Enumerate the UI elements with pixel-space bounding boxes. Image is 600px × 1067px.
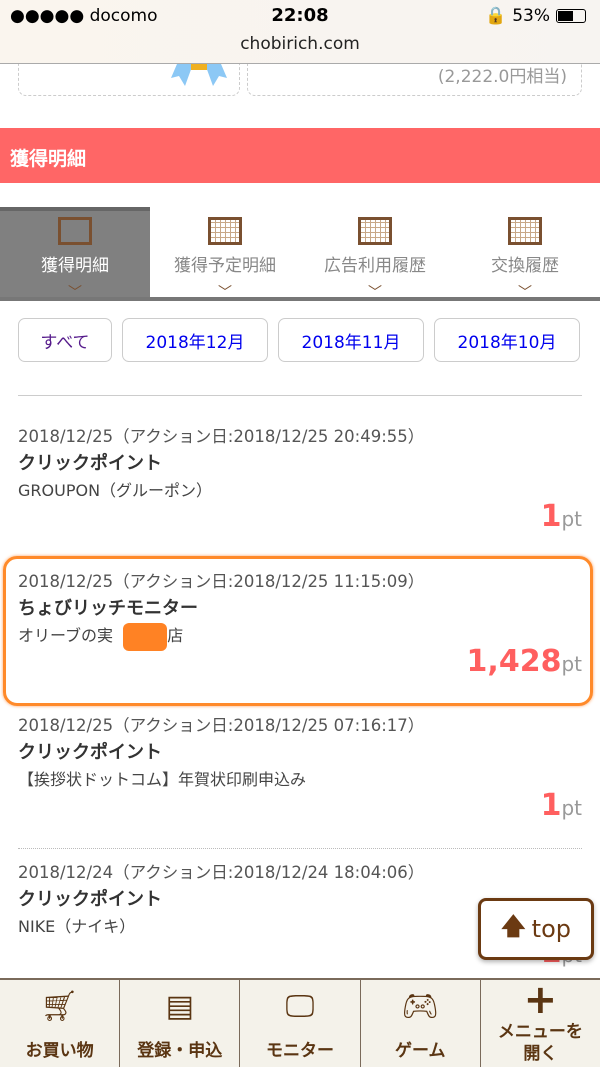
nav-label: メニューを開く — [497, 1022, 583, 1064]
item-title: クリックポイント — [18, 889, 162, 910]
list-item: 2018/12/25（アクション日:2018/12/25 20:49:55） ク… — [18, 423, 582, 543]
plus-icon: + — [523, 977, 558, 1023]
battery-icon — [556, 9, 586, 23]
monitor-icon: 🖵 — [285, 989, 315, 1024]
calendar-icon — [208, 217, 242, 245]
calendar-icon — [358, 217, 392, 245]
chevron-down-icon: ﹀ — [368, 285, 382, 301]
divider — [18, 395, 582, 396]
calendar-icon — [508, 217, 542, 245]
item-date: 2018/12/24（アクション日:2018/12/24 18:04:06） — [18, 863, 425, 882]
nav-label: ゲーム — [394, 1041, 446, 1061]
check-doc-icon — [58, 217, 92, 245]
tab-earned[interactable]: 獲得明細 ﹀ — [0, 207, 150, 301]
filter-all[interactable]: すべて — [18, 318, 112, 362]
redaction — [123, 622, 168, 651]
item-points: 1,428pt — [466, 644, 582, 679]
item-title: ちょびリッチモニター — [18, 598, 198, 619]
tab-ad-history[interactable]: 広告利用履歴 ﹀ — [300, 207, 450, 301]
item-title: クリックポイント — [18, 742, 162, 763]
nav-open-menu[interactable]: + メニューを開く — [481, 980, 600, 1067]
nav-label: 登録・申込 — [137, 1041, 223, 1061]
divider — [18, 848, 582, 849]
status-bar: ●●●●● docomo 22:08 🔒 53% chobirich.com — [0, 0, 600, 64]
list-item: 2018/12/25（アクション日:2018/12/25 11:15:09） ち… — [18, 568, 582, 688]
tab-exchange-history[interactable]: 交換履歴 ﹀ — [450, 207, 600, 301]
tab-label: 獲得予定明細 — [174, 256, 276, 276]
nav-register[interactable]: ▤ 登録・申込 — [120, 980, 241, 1067]
tab-label: 広告利用履歴 — [324, 256, 426, 276]
nav-monitor[interactable]: 🖵 モニター — [240, 980, 361, 1067]
item-desc: 【挨拶状ドットコム】年賀状印刷申込み — [18, 770, 307, 789]
item-points: 1pt — [540, 788, 582, 823]
filter-2018-11[interactable]: 2018年11月 — [278, 318, 424, 362]
page-title: 獲得明細 — [0, 128, 600, 183]
chevron-down-icon: ﹀ — [218, 285, 232, 301]
bottom-nav: 🛒︎ お買い物 ▤ 登録・申込 🖵 モニター 🎮︎ ゲーム + メニューを開く — [0, 978, 600, 1067]
item-date: 2018/12/25（アクション日:2018/12/25 11:15:09） — [18, 572, 425, 591]
chevron-down-icon: ﹀ — [68, 285, 82, 301]
list-item: 2018/12/25（アクション日:2018/12/25 07:16:17） ク… — [18, 712, 582, 832]
item-desc: GROUPON（グルーポン） — [18, 481, 213, 500]
yen-equivalent: (2,222.0円相当) — [437, 67, 567, 87]
ribbon-icon — [171, 64, 227, 86]
item-date: 2018/12/25（アクション日:2018/12/25 20:49:55） — [18, 427, 425, 446]
arrow-up-icon: 🡅 — [500, 911, 526, 940]
chevron-down-icon: ﹀ — [518, 285, 532, 301]
item-title: クリックポイント — [18, 453, 162, 474]
back-to-top-button[interactable]: 🡅 top — [478, 898, 594, 960]
top-label: top — [531, 915, 571, 943]
item-desc: オリーブの実 店 — [18, 622, 183, 651]
tab-pending[interactable]: 獲得予定明細 ﹀ — [150, 207, 300, 301]
nav-label: モニター — [266, 1041, 334, 1061]
month-filters: すべて 2018年12月 2018年11月 2018年10月 — [18, 318, 580, 362]
filter-2018-10[interactable]: 2018年10月 — [434, 318, 580, 362]
nav-shopping[interactable]: 🛒︎ お買い物 — [0, 980, 121, 1067]
tab-label: 獲得明細 — [41, 256, 109, 276]
filter-2018-12[interactable]: 2018年12月 — [122, 318, 268, 362]
nav-game[interactable]: 🎮︎ ゲーム — [361, 980, 481, 1067]
tab-bar: 獲得明細 ﹀ 獲得予定明細 ﹀ 広告利用履歴 ﹀ 交換履歴 ﹀ — [0, 207, 600, 301]
nav-label: お買い物 — [25, 1041, 94, 1061]
gamepad-icon: 🎮︎ — [401, 989, 440, 1024]
form-icon: ▤ — [165, 989, 194, 1024]
url-bar[interactable]: chobirich.com — [0, 34, 600, 54]
battery-percent: 53% — [512, 6, 550, 26]
item-date: 2018/12/25（アクション日:2018/12/25 07:16:17） — [18, 716, 425, 735]
tab-label: 交換履歴 — [491, 256, 559, 276]
item-desc: NIKE（ナイキ） — [18, 917, 136, 936]
rotation-lock-icon: 🔒 — [485, 6, 507, 26]
item-points: 1pt — [540, 499, 582, 534]
cart-icon: 🛒︎ — [40, 989, 79, 1024]
